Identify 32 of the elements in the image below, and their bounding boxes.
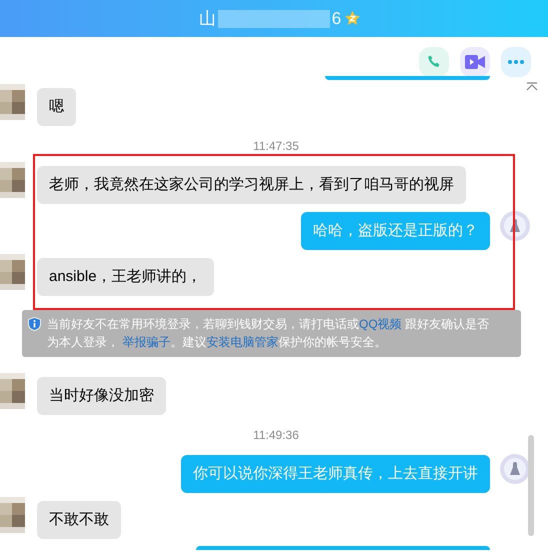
message-bubble: 当时好像没加密 bbox=[37, 377, 166, 415]
link[interactable]: 举报骗子 bbox=[122, 335, 170, 349]
link[interactable]: 安装电脑管家 bbox=[206, 335, 278, 349]
video-call-button[interactable] bbox=[460, 46, 490, 76]
message-bubble: 不敢不敢 bbox=[37, 501, 121, 539]
message-bubble: 嗯 bbox=[37, 88, 76, 126]
star-icon bbox=[344, 10, 362, 27]
more-button[interactable] bbox=[501, 46, 531, 76]
phone-button[interactable] bbox=[419, 46, 449, 76]
window-title: 6 bbox=[332, 8, 342, 30]
notice-text: 当前好友不在常用环境登录，若聊到钱财交易，请打电话或QQ视频 跟好友确认是否为本人登录， 举报骗子。建议安装电脑管家保护你的帐号安全。 bbox=[47, 316, 490, 351]
timestamp: 11:49:36 bbox=[253, 428, 299, 442]
message-bubble: ansible，王老师讲的， bbox=[37, 258, 214, 296]
scroll-to-top-icon[interactable] bbox=[526, 82, 538, 91]
info-shield-icon bbox=[28, 317, 41, 331]
avatar bbox=[0, 84, 25, 120]
scrollbar[interactable] bbox=[528, 435, 534, 536]
message-bubble: 你可以说你深得王老师真传，上去直接开讲 bbox=[181, 455, 490, 493]
link[interactable]: QQ视频 bbox=[359, 317, 402, 331]
avatar bbox=[0, 162, 25, 198]
avatar bbox=[0, 254, 25, 290]
timestamp: 11:47:35 bbox=[253, 139, 299, 153]
window-title: 山 bbox=[198, 8, 216, 30]
message-bubble: 哈哈，盗版还是正版的？ bbox=[301, 212, 490, 250]
avatar bbox=[0, 373, 25, 409]
message-bubble: 老师，我竟然在这家公司的学习视屏上，看到了咱马哥的视屏 bbox=[37, 166, 466, 204]
video-camera-icon bbox=[465, 54, 485, 68]
phone-icon bbox=[426, 54, 442, 70]
more-icon bbox=[508, 60, 524, 64]
avatar bbox=[500, 454, 530, 484]
avatar bbox=[500, 211, 530, 241]
avatar bbox=[0, 497, 25, 533]
